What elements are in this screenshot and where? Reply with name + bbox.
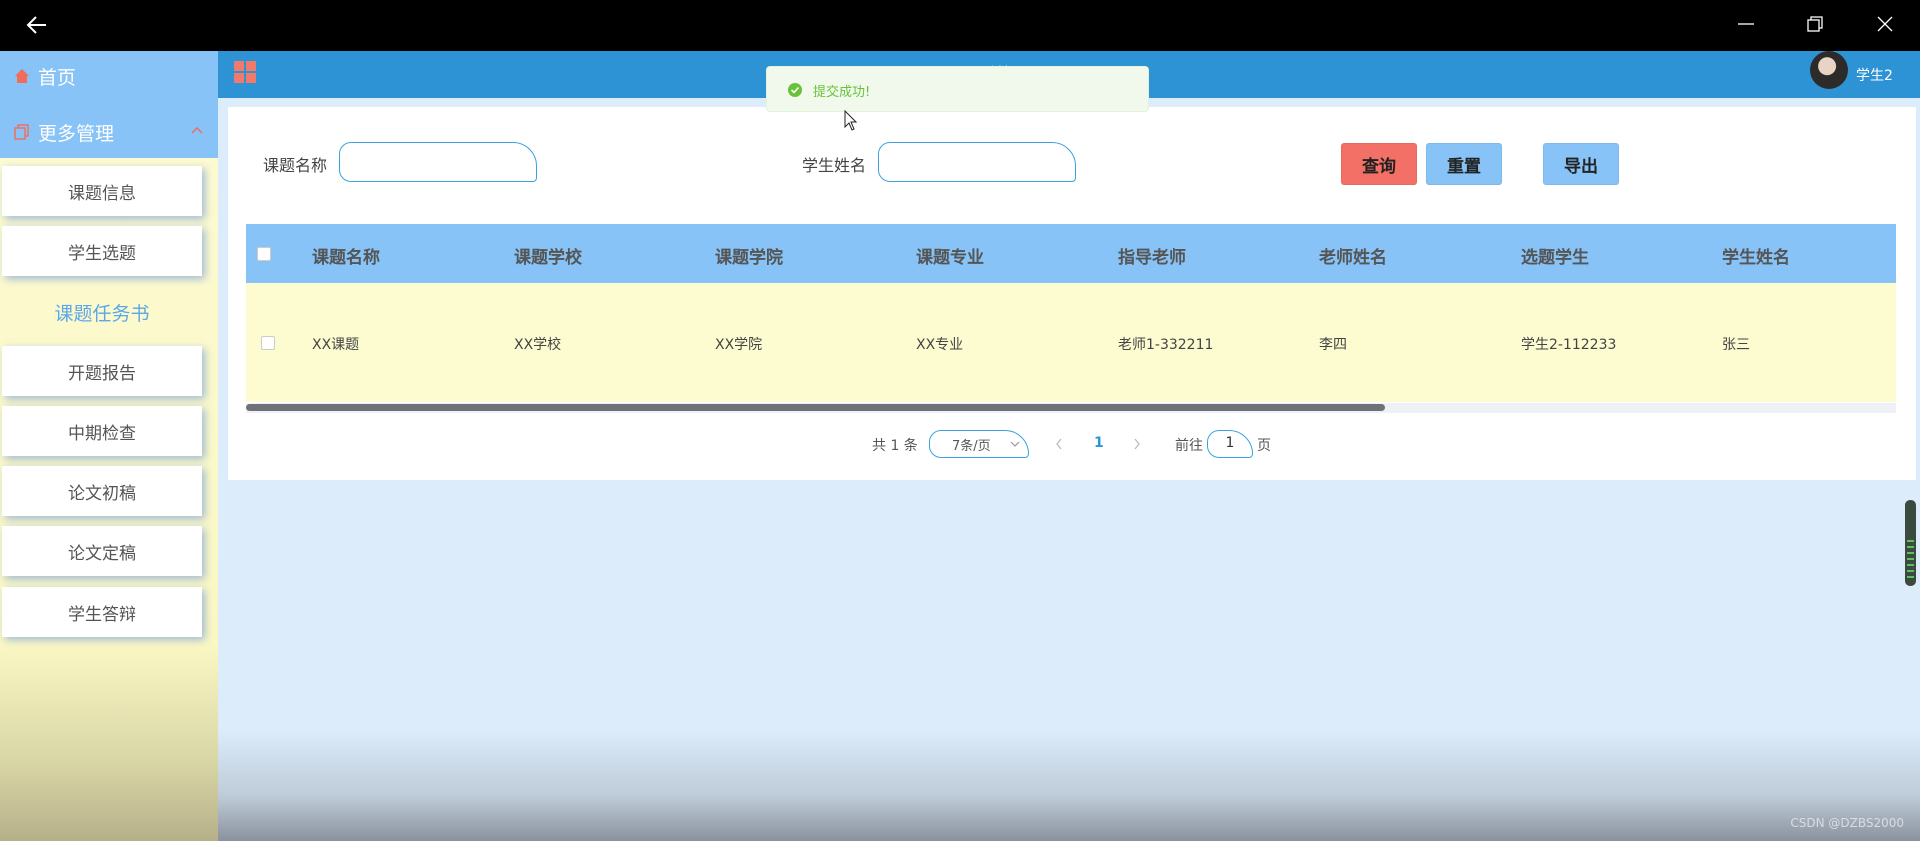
- column-header[interactable]: 老师姓名: [1319, 243, 1387, 268]
- page-size-value: 7条/页: [952, 439, 991, 454]
- sidebar-item-label: 论文定稿: [68, 543, 136, 564]
- window-titlebar: [0, 0, 1920, 51]
- query-button[interactable]: 查询: [1341, 143, 1417, 185]
- column-header[interactable]: 学生姓名: [1722, 243, 1790, 268]
- sidebar-item-midterm-check[interactable]: 中期检查: [2, 406, 202, 456]
- table-cell: 张三: [1722, 337, 1750, 353]
- sidebar-item-label: 课题任务书: [54, 302, 150, 325]
- back-arrow-icon[interactable]: [24, 12, 50, 38]
- sidebar-item-label: 开题报告: [68, 363, 136, 384]
- toast-message: 提交成功!: [813, 85, 871, 100]
- topic-name-input[interactable]: [339, 142, 537, 182]
- table-cell: XX学院: [715, 337, 763, 353]
- column-header[interactable]: 选题学生: [1521, 243, 1589, 268]
- chevron-up-icon[interactable]: [190, 123, 204, 137]
- pagination-total: 共 1 条: [872, 438, 918, 454]
- column-header[interactable]: 课题学院: [715, 243, 783, 268]
- sidebar-item-final-draft[interactable]: 论文定稿: [2, 526, 202, 576]
- bottom-shadow: [218, 730, 1920, 841]
- table-cell: 老师1-332211: [1118, 337, 1214, 353]
- table-cell: 李四: [1319, 337, 1347, 353]
- sidebar-item-first-draft[interactable]: 论文初稿: [2, 466, 202, 516]
- check-circle-icon: [788, 83, 802, 97]
- sidebar-item-label: 学生选题: [68, 243, 136, 264]
- row-checkbox[interactable]: [261, 336, 275, 350]
- chevron-down-icon: [1010, 441, 1020, 447]
- avatar[interactable]: [1810, 51, 1848, 89]
- sidebar-item-label: 论文初稿: [68, 483, 136, 504]
- table-cell: XX学校: [514, 337, 562, 353]
- minimize-icon[interactable]: [1734, 12, 1758, 36]
- copy-icon: [14, 124, 29, 140]
- sidebar-item-label: 学生答辩: [68, 604, 136, 625]
- page-size-select[interactable]: 7条/页: [929, 430, 1029, 458]
- current-page-number[interactable]: 1: [1094, 435, 1104, 451]
- table-cell: 学生2-112233: [1521, 337, 1617, 353]
- export-button[interactable]: 导出: [1543, 143, 1619, 185]
- sidebar-item-task-book[interactable]: 课题任务书: [2, 287, 202, 337]
- sidebar-more-label: 更多管理: [38, 122, 115, 145]
- grid-menu-icon[interactable]: [234, 61, 256, 83]
- topic-name-label: 课题名称: [263, 156, 328, 175]
- sidebar-item-student-selection[interactable]: 学生选题: [2, 226, 202, 276]
- table-row[interactable]: XX课题 XX学校 XX学院 XX专业 老师1-332211 李四 学生2-11…: [246, 283, 1896, 402]
- select-all-checkbox[interactable]: [257, 247, 271, 261]
- prev-page-icon[interactable]: [1054, 437, 1064, 451]
- sidebar-home-label: 首页: [38, 66, 77, 89]
- page-suffix: 页: [1257, 438, 1271, 454]
- close-icon[interactable]: [1873, 12, 1897, 36]
- column-header[interactable]: 课题名称: [312, 243, 380, 268]
- sidebar-item-topic-info[interactable]: 课题信息: [2, 166, 202, 216]
- username[interactable]: 学生2: [1856, 65, 1893, 85]
- student-name-label: 学生姓名: [802, 156, 867, 175]
- column-header[interactable]: 指导老师: [1118, 243, 1186, 268]
- table-cell: XX课题: [312, 337, 360, 353]
- reset-button[interactable]: 重置: [1426, 143, 1502, 185]
- sidebar-item-defense[interactable]: 学生答辩: [2, 587, 202, 637]
- watermark: CSDN @DZBS2000: [1790, 816, 1904, 830]
- sidebar-item-opening-report[interactable]: 开题报告: [2, 346, 202, 396]
- goto-label: 前往: [1175, 438, 1203, 454]
- column-header[interactable]: 课题专业: [916, 243, 984, 268]
- mouse-cursor-icon: [844, 110, 858, 131]
- student-name-input[interactable]: [878, 142, 1076, 182]
- sidebar: 首页 更多管理 课题信息 学生选题 课题任务书 开题报告 中期检查 论文初稿 论…: [0, 51, 218, 841]
- home-icon: [15, 69, 29, 83]
- sidebar-item-label: 课题信息: [68, 183, 136, 204]
- horizontal-scrollbar[interactable]: [246, 403, 1896, 413]
- column-header[interactable]: 课题学校: [514, 243, 582, 268]
- sidebar-home[interactable]: 首页: [14, 61, 76, 91]
- scrollbar-thumb[interactable]: [246, 404, 1385, 411]
- table-cell: XX专业: [916, 337, 964, 353]
- table-header: 课题名称 课题学校 课题学院 课题专业 指导老师 老师姓名 选题学生 学生姓名: [246, 224, 1896, 283]
- vertical-scrollbar[interactable]: [1905, 500, 1916, 586]
- next-page-icon[interactable]: [1132, 437, 1142, 451]
- sidebar-header: 首页 更多管理: [0, 51, 218, 158]
- success-toast: 提交成功!: [766, 66, 1149, 112]
- sidebar-item-label: 中期检查: [68, 423, 136, 444]
- sidebar-more-management[interactable]: 更多管理: [14, 115, 204, 149]
- restore-icon[interactable]: [1803, 12, 1827, 36]
